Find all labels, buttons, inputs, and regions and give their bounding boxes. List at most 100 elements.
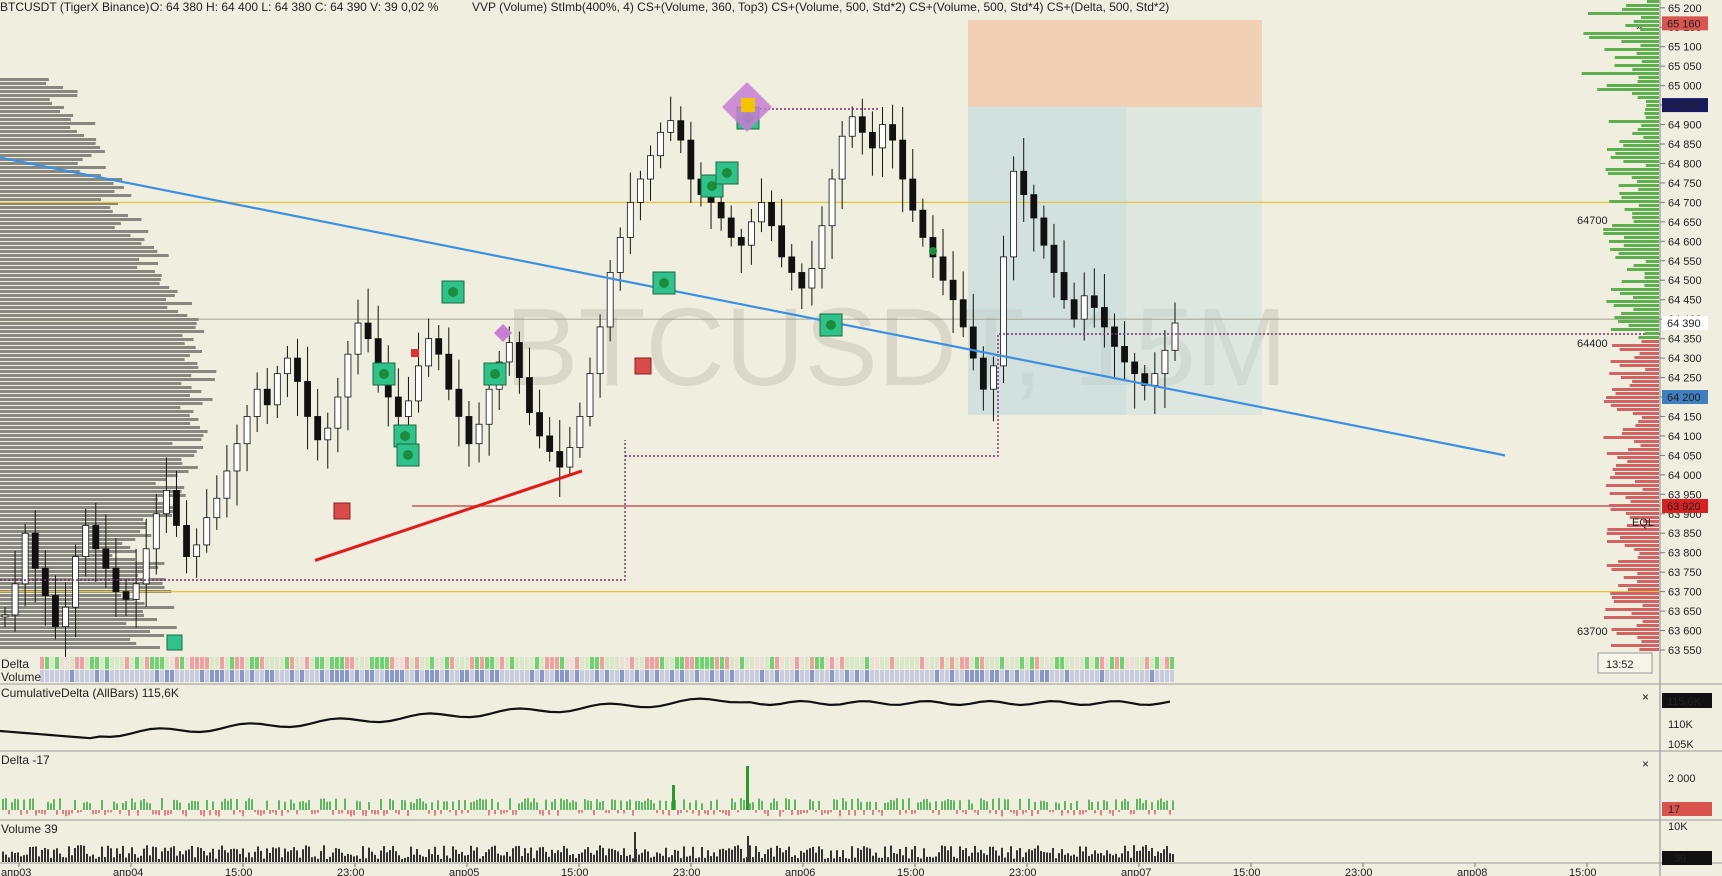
delta-bar <box>812 801 814 810</box>
volume-cell <box>485 670 489 682</box>
profile-bar <box>0 378 215 381</box>
volume-cell <box>545 670 549 682</box>
volume-bar <box>587 847 589 862</box>
volume-bar <box>245 857 247 862</box>
delta-bar <box>1151 802 1153 810</box>
delta-bar <box>491 798 493 810</box>
profile-bar <box>0 374 192 377</box>
price-axis[interactable]: 65 20065 15065 10065 05065 00064 95064 9… <box>1660 3 1708 657</box>
volume-cell <box>850 670 854 682</box>
volume-bar <box>593 854 595 862</box>
price-tick-label: 64 100 <box>1668 431 1702 443</box>
delta-bar <box>629 799 631 810</box>
profile-bar <box>0 342 185 345</box>
volume-cell <box>1125 670 1129 682</box>
close-pane-icon[interactable]: × <box>1642 757 1649 771</box>
delta-bar <box>485 799 487 810</box>
delta-cell <box>435 657 439 669</box>
chart-canvas[interactable]: BTCUSDT, 15M BTCUSDT (TigerX Binance) O:… <box>0 0 1722 876</box>
volume-bar <box>434 846 436 862</box>
profile-bar <box>1626 4 1659 7</box>
delta-bar <box>575 801 577 810</box>
volume-cell <box>340 670 344 682</box>
volume-bar <box>677 850 679 862</box>
profile-bar <box>0 286 170 289</box>
delta-cell <box>1065 657 1069 669</box>
volume-bar <box>491 846 493 862</box>
candle-body <box>455 388 463 417</box>
volume-cell <box>460 670 464 682</box>
delta-bar <box>218 810 220 817</box>
delta-cell <box>745 657 749 669</box>
imbalance-dot <box>659 278 669 288</box>
profile-bar <box>0 558 136 561</box>
delta-bar <box>248 798 250 810</box>
delta-cell <box>365 657 369 669</box>
delta-bar <box>827 810 829 815</box>
time-label: 23:00 <box>337 867 365 876</box>
profile-bar <box>0 522 147 525</box>
volume-bar <box>1130 857 1132 862</box>
delta-cell <box>310 657 314 669</box>
profile-bar <box>1608 120 1659 123</box>
volume-bar <box>485 852 487 862</box>
delta-bar <box>8 810 10 815</box>
delta-cell <box>1055 657 1059 669</box>
profile-bar <box>1606 84 1659 87</box>
volume-bar <box>302 849 304 862</box>
time-label: 15:00 <box>897 867 925 876</box>
delta-cell <box>180 657 184 669</box>
delta-cell <box>40 657 44 669</box>
delta-cell <box>270 657 274 669</box>
profile-bar <box>1608 240 1659 243</box>
delta-bar <box>35 810 37 816</box>
volume-bar <box>566 848 568 862</box>
candle-body <box>344 353 352 398</box>
volume-bar <box>395 851 397 862</box>
volume-bar <box>86 853 88 862</box>
volume-bar <box>638 854 640 862</box>
delta-cell <box>315 657 319 669</box>
profile-bar <box>0 362 198 365</box>
delta-bar <box>1043 800 1045 810</box>
delta-bar <box>344 798 346 810</box>
profile-bar <box>0 118 71 121</box>
profile-bar <box>1623 160 1659 163</box>
close-pane-icon[interactable]: × <box>1642 690 1649 704</box>
delta-bar <box>653 803 655 810</box>
candle-body <box>465 416 473 445</box>
delta-bar <box>440 810 442 814</box>
delta-bar <box>221 801 223 810</box>
delta-bar <box>800 810 802 815</box>
volume-bar <box>269 852 271 862</box>
volume-bar <box>521 856 523 862</box>
volume-bar <box>1025 852 1027 862</box>
delta-cell <box>280 657 284 669</box>
volume-bar <box>908 858 910 862</box>
volume-cell <box>655 670 659 682</box>
volume-cell <box>1080 670 1084 682</box>
volume-cell <box>310 670 314 682</box>
volume-bar <box>1028 849 1030 862</box>
symbol-title: BTCUSDT (TigerX Binance) <box>0 0 149 14</box>
delta-bar <box>590 801 592 810</box>
volume-bar <box>986 854 988 862</box>
candle-body <box>324 427 332 441</box>
volume-cell <box>715 670 719 682</box>
volume-bar <box>47 849 49 862</box>
volume-cell <box>155 670 159 682</box>
delta-bar <box>530 802 532 810</box>
delta-cell <box>625 657 629 669</box>
delta-bar <box>701 803 703 810</box>
candle-body <box>193 544 201 557</box>
delta-bar <box>203 810 205 817</box>
delta-bar <box>179 802 181 810</box>
delta-cell <box>195 657 199 669</box>
delta-cell <box>840 657 844 669</box>
delta-cell <box>570 657 574 669</box>
profile-bar <box>1641 124 1659 127</box>
profile-bar <box>0 186 124 189</box>
delta-cell <box>1115 657 1119 669</box>
volume-cell <box>470 670 474 682</box>
volume-bar <box>299 857 301 862</box>
